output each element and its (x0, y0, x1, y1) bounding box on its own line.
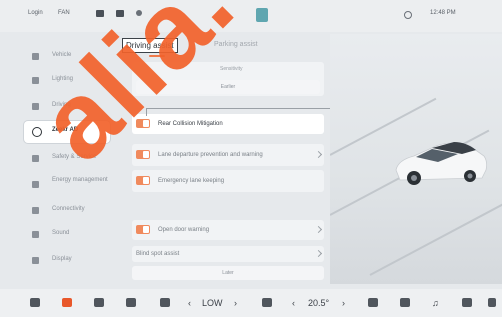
emergency-lane-row: Emergency lane keeping (132, 170, 324, 192)
temp-decrease-icon[interactable]: ‹ (292, 298, 295, 308)
sidebar-item-label: Lighting (52, 76, 74, 82)
rear-collision-toggle[interactable] (136, 119, 150, 128)
blind-spot-label: Blind spot assist (136, 251, 180, 257)
lane-departure-row: Lane departure prevention and warning (132, 144, 324, 166)
sidebar-item-lighting[interactable]: Lighting (24, 70, 110, 92)
sidebar-item-label: Driving (52, 102, 71, 108)
open-door-toggle[interactable] (136, 225, 150, 234)
fan-decrease-icon[interactable]: ‹ (188, 298, 191, 308)
settings-sidebar: Vehicle Lighting Driving Zeekr AD Safety… (18, 36, 110, 288)
sidebar-item-safety[interactable]: Safety & Service (24, 148, 110, 170)
login-link[interactable]: Login (28, 10, 43, 16)
open-door-label: Open door warning (158, 227, 210, 233)
music-icon[interactable]: ♫ (432, 298, 439, 308)
temp-increase-icon[interactable]: › (342, 298, 345, 308)
sidebar-item-label: Safety & Service (52, 154, 97, 160)
lane-line (369, 189, 502, 276)
screen: Login FAN 12:48 PM Vehicle Lighting Driv… (0, 0, 502, 317)
sidebar-item-label: Energy management (52, 177, 108, 183)
sidebar-item-label: Sound (52, 230, 70, 236)
emergency-lane-label: Emergency lane keeping (158, 178, 225, 184)
clock: 12:48 PM (430, 10, 456, 16)
sidebar-item-label: Connectivity (52, 206, 85, 212)
car-model-image (395, 142, 488, 185)
apps-grid-icon[interactable] (462, 298, 472, 307)
light-icon (32, 77, 39, 84)
ac-icon[interactable] (262, 298, 272, 307)
callout-line (146, 108, 342, 109)
status-bar: Login FAN 12:48 PM (0, 0, 502, 32)
ad-icon (32, 127, 42, 137)
energy-icon (32, 181, 39, 188)
rear-collision-row: Rear Collision Mitigation (132, 114, 324, 134)
tab-driving-assist[interactable]: Driving assist (122, 38, 178, 57)
lane-departure-toggle[interactable] (136, 150, 150, 159)
sidebar-item-label: Vehicle (52, 52, 72, 58)
dot-icon (136, 10, 142, 16)
chevron-down-icon[interactable] (314, 249, 323, 258)
wiper-icon[interactable] (368, 298, 378, 307)
phone-icon[interactable] (160, 298, 170, 307)
chevron-right-icon[interactable] (314, 150, 323, 159)
sidebar-item-zeekr-ad[interactable]: Zeekr AD (24, 121, 110, 143)
steering-icon (32, 103, 39, 110)
emergency-lane-toggle[interactable] (136, 176, 150, 185)
lane-departure-label: Lane departure prevention and warning (158, 152, 263, 158)
sensitivity-later-button[interactable]: Later (132, 266, 324, 280)
app-icon[interactable] (256, 8, 268, 22)
signal-icon (404, 11, 412, 19)
display-icon (32, 257, 39, 264)
sidebar-item-driving[interactable]: Driving (24, 96, 110, 118)
bottom-dock: ‹ LOW › ‹ 20.5° › ♫ (0, 289, 502, 317)
fan-icon[interactable] (126, 298, 136, 307)
shield-icon (32, 155, 39, 162)
car-viewport (330, 34, 502, 284)
temperature-value: 20.5° (308, 298, 330, 308)
fan-level: LOW (202, 298, 223, 308)
sidebar-item-connectivity[interactable]: Connectivity (24, 200, 110, 222)
tab-parking-assist[interactable]: Parking assist (214, 41, 258, 48)
seat-icon[interactable] (94, 298, 104, 307)
sidebar-item-vehicle[interactable]: Vehicle (24, 46, 110, 68)
volume-icon[interactable] (488, 298, 496, 307)
wifi-icon (96, 10, 104, 17)
rear-collision-label: Rear Collision Mitigation (158, 121, 223, 127)
fan-increase-icon[interactable]: › (234, 298, 237, 308)
car-icon (32, 53, 39, 60)
open-door-row: Open door warning (132, 220, 324, 240)
home-icon[interactable] (62, 298, 72, 307)
sensitivity-caption: Sensitivity (220, 66, 243, 72)
sidebar-item-sound[interactable]: Sound (24, 224, 110, 246)
car-icon[interactable] (30, 298, 40, 307)
sound-icon (32, 231, 39, 238)
user-chip[interactable]: FAN (58, 10, 70, 16)
sensitivity-earlier-button[interactable]: Earlier (136, 80, 320, 94)
link-icon (32, 207, 39, 214)
sidebar-item-label: Display (52, 256, 72, 262)
sidebar-item-display[interactable]: Display (24, 250, 110, 272)
assist-panel: Driving assist Parking assist Sensitivit… (118, 34, 328, 284)
sidebar-item-label: Zeekr AD (52, 127, 79, 133)
blind-spot-row: Blind spot assist (132, 246, 324, 262)
camera-icon[interactable] (400, 298, 410, 307)
chevron-right-icon[interactable] (314, 225, 323, 234)
folder-icon (116, 10, 124, 17)
sidebar-item-energy[interactable]: Energy management (24, 174, 110, 196)
callout-line (146, 108, 147, 116)
